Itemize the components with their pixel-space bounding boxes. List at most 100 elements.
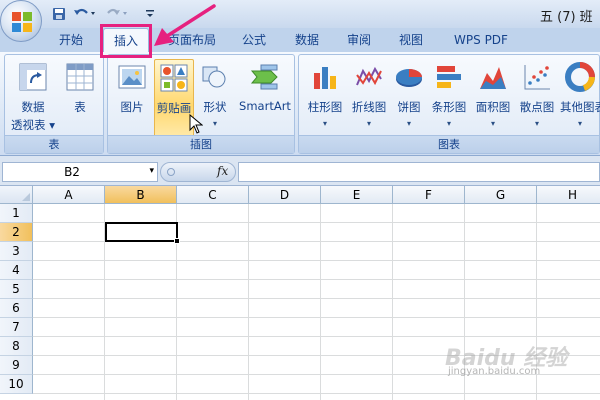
row-header[interactable]: 6 [0,299,33,318]
scatter-chart-button[interactable]: 散点图 ▾ [515,59,559,137]
gridline-vertical [248,204,249,400]
row-header[interactable]: 2 [0,223,33,242]
smartart-label: SmartArt [239,99,291,113]
office-button[interactable] [0,0,42,42]
area-chart-icon [480,67,506,89]
picture-label: 图片 [120,100,144,114]
row-header[interactable]: 10 [0,375,33,394]
table-label: 表 [74,100,86,114]
tab-view[interactable]: 视图 [390,28,432,52]
shapes-icon [202,66,226,88]
office-logo-icon [12,12,32,32]
formula-bar: B2 ▾ fx [0,156,600,186]
gridline-horizontal [33,336,600,337]
shapes-label: 形状 [203,100,227,114]
tab-data[interactable]: 数据 [286,28,328,52]
group-charts: 柱形图 ▾ 折线图 ▾ 饼图 ▾ 条形图 ▾ 面积图 ▾ 散点图 ▾ 其他图 ▾… [298,54,600,154]
row-header[interactable]: 5 [0,280,33,299]
column-header[interactable]: E [321,186,393,204]
tab-wps-pdf[interactable]: WPS PDF [444,28,518,52]
line-chart-icon [356,66,382,86]
row-header[interactable]: 7 [0,318,33,337]
other-charts-button[interactable]: 其他图表 ▾ [559,59,600,137]
group-illustrations: 图片 剪贴画 形状 ▾ SmartArt 插图 [107,54,295,154]
column-chart-button[interactable]: 柱形图 ▾ [303,59,347,137]
other-charts-label: 其他图表 [560,100,600,114]
resize-handle-icon[interactable] [167,168,175,176]
line-chart-dropdown-icon: ▾ [366,119,371,128]
row-header[interactable]: 1 [0,204,33,223]
select-all-button[interactable] [0,186,33,204]
smartart-icon [250,64,278,90]
smartart-button[interactable]: SmartArt [236,59,294,137]
row-header[interactable]: 8 [0,337,33,356]
tab-formulas[interactable]: 公式 [234,28,274,52]
line-chart-label: 折线图 [351,100,387,114]
customize-qat-icon[interactable] [146,5,156,23]
bar-chart-icon [437,66,461,88]
scatter-chart-icon [524,65,550,90]
column-chart-label: 柱形图 [307,100,343,114]
select-all-icon [22,193,30,201]
name-box-dropdown-icon[interactable]: ▾ [149,166,154,176]
column-header[interactable]: A [33,186,105,204]
bar-chart-label: 条形图 [431,100,467,114]
selected-cell[interactable] [105,222,178,242]
picture-icon [118,65,146,89]
area-chart-dropdown-icon: ▾ [490,119,495,128]
tab-home[interactable]: 开始 [48,28,94,52]
window-title: 五 (7) 班 [540,10,593,25]
table-icon [66,63,94,91]
insert-function-button[interactable]: fx [217,164,228,178]
watermark-url: jingyan.baidu.com [448,366,541,377]
tab-review[interactable]: 审阅 [338,28,380,52]
area-chart-label: 面积图 [475,100,511,114]
gridline-horizontal [33,279,600,280]
column-header[interactable]: F [393,186,465,204]
picture-button[interactable]: 图片 [112,59,152,137]
row-header[interactable]: 9 [0,356,33,375]
pivot-table-label-line1: 数据 [21,100,45,114]
gridline-horizontal [33,298,600,299]
name-box[interactable]: B2 ▾ [2,162,158,182]
tab-page-layout[interactable]: 页面布局 [160,28,224,52]
ribbon: 数据 透视表 ▾ 表 表 图片 剪贴画 形状 ▾ SmartArt 插图 柱形图… [0,52,600,156]
other-charts-dropdown-icon: ▾ [577,119,582,128]
column-header[interactable]: C [177,186,249,204]
row-header[interactable]: 4 [0,261,33,280]
line-chart-button[interactable]: 折线图 ▾ [347,59,391,137]
pivot-table-icon [19,63,47,91]
column-header[interactable]: D [249,186,321,204]
fill-handle[interactable] [174,238,180,244]
row-header[interactable]: 3 [0,242,33,261]
table-button[interactable]: 表 [59,59,101,137]
column-chart-icon [314,67,336,89]
gridline-vertical [320,204,321,400]
name-box-value: B2 [64,165,80,179]
group-tables: 数据 透视表 ▾ 表 表 [4,54,104,154]
gridline-horizontal [33,393,600,394]
save-icon[interactable] [52,5,68,23]
gridline-vertical [392,204,393,400]
area-chart-button[interactable]: 面积图 ▾ [471,59,515,137]
clipart-button[interactable]: 剪贴画 [154,59,194,137]
column-header[interactable]: B [105,186,177,204]
clipart-label: 剪贴画 [156,101,192,115]
redo-icon[interactable] [104,5,130,23]
bar-chart-dropdown-icon: ▾ [446,119,451,128]
undo-icon[interactable] [72,5,98,23]
pivot-table-button[interactable]: 数据 透视表 ▾ [7,59,59,137]
group-label-tables: 表 [5,135,103,153]
formula-bar-controls: fx [160,162,236,182]
bar-chart-button[interactable]: 条形图 ▾ [427,59,471,137]
formula-input[interactable] [238,162,600,182]
tab-insert[interactable]: 插入 [103,28,149,52]
column-header[interactable]: G [465,186,537,204]
clipart-icon [160,64,188,92]
column-header[interactable]: H [537,186,600,204]
group-label-illustrations: 插图 [108,135,294,153]
pivot-table-label-line2: 透视表 ▾ [11,118,55,132]
pie-chart-button[interactable]: 饼图 ▾ [391,59,427,137]
gridline-horizontal [33,260,600,261]
title-bar: 五 (7) 班 [0,0,600,28]
